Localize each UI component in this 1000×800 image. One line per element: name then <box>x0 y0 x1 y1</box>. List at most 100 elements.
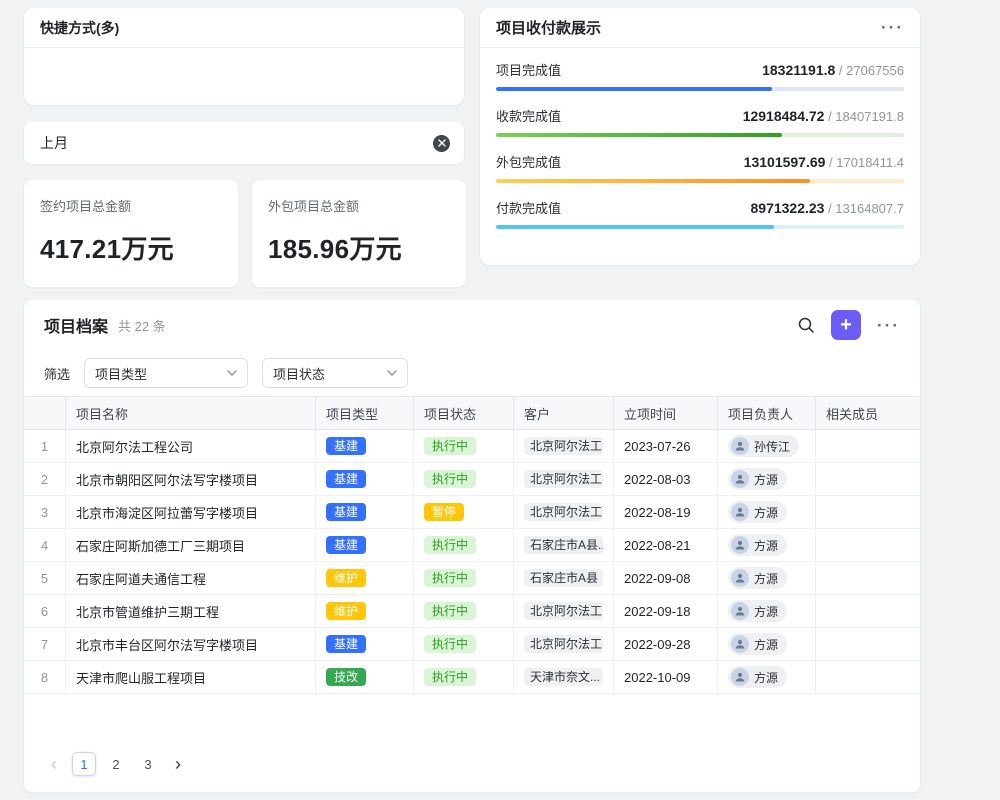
project-type-cell[interactable]: 基建 <box>316 628 414 660</box>
header-cell[interactable]: 项目状态 <box>414 397 514 429</box>
project-type-cell[interactable]: 基建 <box>316 529 414 561</box>
stat-label: 外包项目总金额 <box>268 196 450 215</box>
clear-filter-icon[interactable] <box>433 135 450 152</box>
next-page-icon[interactable]: › <box>168 755 188 773</box>
more-icon[interactable]: ··· <box>877 317 900 334</box>
project-name-cell[interactable]: 北京阿尔法工程公司 <box>66 430 316 462</box>
table-row[interactable]: 8 天津市爬山服工程项目 技改 执行中 天津市奈文... 2022-10-09 … <box>24 661 920 694</box>
project-type-cell[interactable]: 维护 <box>316 562 414 594</box>
project-status-cell[interactable]: 执行中 <box>414 463 514 495</box>
lead-cell[interactable]: 方源 <box>718 562 816 594</box>
customer-cell[interactable]: 北京阿尔法工... <box>514 463 614 495</box>
date-cell[interactable]: 2022-10-09 <box>614 661 718 693</box>
page-button[interactable]: 1 <box>72 752 96 776</box>
project-status-cell[interactable]: 执行中 <box>414 628 514 660</box>
stat-value: 185.96万元 <box>268 229 450 266</box>
lead-cell[interactable]: 方源 <box>718 496 816 528</box>
lead-cell[interactable]: 方源 <box>718 595 816 627</box>
stat-value: 417.21万元 <box>40 229 222 266</box>
project-status-cell[interactable]: 执行中 <box>414 529 514 561</box>
members-cell[interactable] <box>816 562 920 594</box>
project-name-cell[interactable]: 北京市丰台区阿尔法写字楼项目 <box>66 628 316 660</box>
table-row[interactable]: 5 石家庄阿道夫通信工程 维护 执行中 石家庄市A县 2022-09-08 方源 <box>24 562 920 595</box>
project-type-cell[interactable]: 基建 <box>316 496 414 528</box>
header-cell[interactable]: 项目名称 <box>66 397 316 429</box>
members-cell[interactable] <box>816 529 920 561</box>
customer-cell[interactable]: 北京阿尔法工... <box>514 430 614 462</box>
project-type-filter-dropdown[interactable]: 项目类型 <box>84 358 248 388</box>
project-name-cell[interactable]: 天津市爬山服工程项目 <box>66 661 316 693</box>
avatar <box>731 503 749 521</box>
header-cell[interactable]: 客户 <box>514 397 614 429</box>
more-icon[interactable]: ··· <box>881 19 904 36</box>
month-filter-card[interactable]: 上月 <box>24 122 464 164</box>
lead-cell[interactable]: 方源 <box>718 661 816 693</box>
table-row[interactable]: 1 北京阿尔法工程公司 基建 执行中 北京阿尔法工... 2023-07-26 … <box>24 430 920 463</box>
date-cell[interactable]: 2023-07-26 <box>614 430 718 462</box>
project-status-cell[interactable]: 执行中 <box>414 562 514 594</box>
lead-cell[interactable]: 方源 <box>718 463 816 495</box>
type-tag: 基建 <box>326 503 366 521</box>
project-name-cell[interactable]: 石家庄阿斯加德工厂三期项目 <box>66 529 316 561</box>
header-cell[interactable]: 立项时间 <box>614 397 718 429</box>
customer-cell[interactable]: 石家庄市A县 <box>514 562 614 594</box>
project-status-cell[interactable]: 暂停 <box>414 496 514 528</box>
customer-cell[interactable]: 北京阿尔法工... <box>514 496 614 528</box>
table-row[interactable]: 3 北京市海淀区阿拉蕾写字楼项目 基建 暂停 北京阿尔法工... 2022-08… <box>24 496 920 529</box>
customer-cell[interactable]: 北京阿尔法工... <box>514 595 614 627</box>
project-name-cell[interactable]: 北京市海淀区阿拉蕾写字楼项目 <box>66 496 316 528</box>
table-row[interactable]: 4 石家庄阿斯加德工厂三期项目 基建 执行中 石家庄市A县... 2022-08… <box>24 529 920 562</box>
add-record-button[interactable]: + <box>831 310 861 340</box>
header-cell[interactable]: 相关成员 <box>816 397 920 429</box>
header-cell[interactable]: 项目类型 <box>316 397 414 429</box>
project-name-cell[interactable]: 石家庄阿道夫通信工程 <box>66 562 316 594</box>
customer-cell[interactable]: 石家庄市A县... <box>514 529 614 561</box>
project-type-cell[interactable]: 基建 <box>316 430 414 462</box>
lead-cell[interactable]: 孙传江 <box>718 430 816 462</box>
lead-cell[interactable]: 方源 <box>718 529 816 561</box>
row-index-cell: 8 <box>24 661 66 693</box>
project-status-filter-dropdown[interactable]: 项目状态 <box>262 358 408 388</box>
metric-label: 项目完成值 <box>496 60 561 79</box>
project-type-cell[interactable]: 维护 <box>316 595 414 627</box>
members-cell[interactable] <box>816 628 920 660</box>
date-cell[interactable]: 2022-08-03 <box>614 463 718 495</box>
customer-tag: 石家庄市A县... <box>524 536 603 554</box>
customer-cell[interactable]: 北京阿尔法工... <box>514 628 614 660</box>
table-row[interactable]: 7 北京市丰台区阿尔法写字楼项目 基建 执行中 北京阿尔法工... 2022-0… <box>24 628 920 661</box>
search-icon[interactable] <box>797 316 815 334</box>
members-cell[interactable] <box>816 661 920 693</box>
project-name-cell[interactable]: 北京市朝阳区阿尔法写字楼项目 <box>66 463 316 495</box>
page-button[interactable]: 2 <box>104 752 128 776</box>
date-cell[interactable]: 2022-08-21 <box>614 529 718 561</box>
row-index-cell: 6 <box>24 595 66 627</box>
table-row[interactable]: 6 北京市管道维护三期工程 维护 执行中 北京阿尔法工... 2022-09-1… <box>24 595 920 628</box>
status-tag: 执行中 <box>424 470 476 488</box>
metric-total: / 13164807.7 <box>824 201 904 216</box>
project-type-cell[interactable]: 技改 <box>316 661 414 693</box>
project-status-cell[interactable]: 执行中 <box>414 661 514 693</box>
lead-cell[interactable]: 方源 <box>718 628 816 660</box>
date-cell[interactable]: 2022-09-08 <box>614 562 718 594</box>
date-cell[interactable]: 2022-08-19 <box>614 496 718 528</box>
date-cell[interactable]: 2022-09-28 <box>614 628 718 660</box>
project-status-cell[interactable]: 执行中 <box>414 430 514 462</box>
prev-page-icon[interactable]: ‹ <box>44 755 64 773</box>
avatar <box>731 668 749 686</box>
date-cell[interactable]: 2022-09-18 <box>614 595 718 627</box>
table-row[interactable]: 2 北京市朝阳区阿尔法写字楼项目 基建 执行中 北京阿尔法工... 2022-0… <box>24 463 920 496</box>
members-cell[interactable] <box>816 430 920 462</box>
project-name-cell[interactable]: 北京市管道维护三期工程 <box>66 595 316 627</box>
members-cell[interactable] <box>816 496 920 528</box>
page-button[interactable]: 3 <box>136 752 160 776</box>
customer-cell[interactable]: 天津市奈文... <box>514 661 614 693</box>
project-status-cell[interactable]: 执行中 <box>414 595 514 627</box>
status-tag: 执行中 <box>424 536 476 554</box>
project-type-cell[interactable]: 基建 <box>316 463 414 495</box>
metric-value: 18321191.8 <box>762 62 835 78</box>
lead-name: 方源 <box>754 669 778 686</box>
header-cell[interactable]: 项目负责人 <box>718 397 816 429</box>
status-tag: 执行中 <box>424 635 476 653</box>
members-cell[interactable] <box>816 595 920 627</box>
members-cell[interactable] <box>816 463 920 495</box>
